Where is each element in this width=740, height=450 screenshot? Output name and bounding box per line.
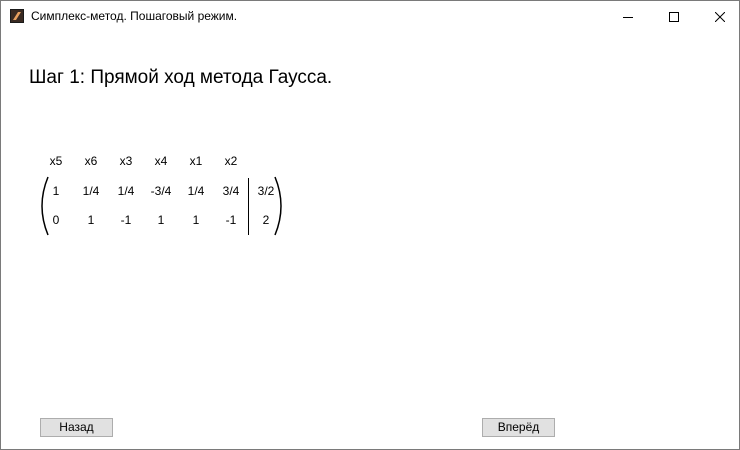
matrix-cell: 1 [192,213,200,227]
matrix-cell: 1 [157,213,165,227]
matrix-cell: 1 [52,184,60,198]
matrix-cell: 0 [52,213,60,227]
matrix-cell: 3/4 [222,184,240,198]
matrix-cell: 1/4 [82,184,100,198]
matrix-rhs-cell: 2 [262,213,270,227]
forward-button[interactable]: Вперёд [482,418,555,437]
back-button[interactable]: Назад [40,418,113,437]
matrix-cell: 1/4 [117,184,135,198]
matrix-cell: 1 [87,213,95,227]
matrix-rhs-cell: 3/2 [257,184,275,198]
main-window: Симплекс-метод. Пошаговый режим. Шаг 1: … [0,0,740,450]
matrix-cell: 1/4 [187,184,205,198]
matrix-cell: -1 [120,213,132,227]
matrix-cell: -3/4 [150,184,172,198]
matrix-cell: -1 [225,213,237,227]
